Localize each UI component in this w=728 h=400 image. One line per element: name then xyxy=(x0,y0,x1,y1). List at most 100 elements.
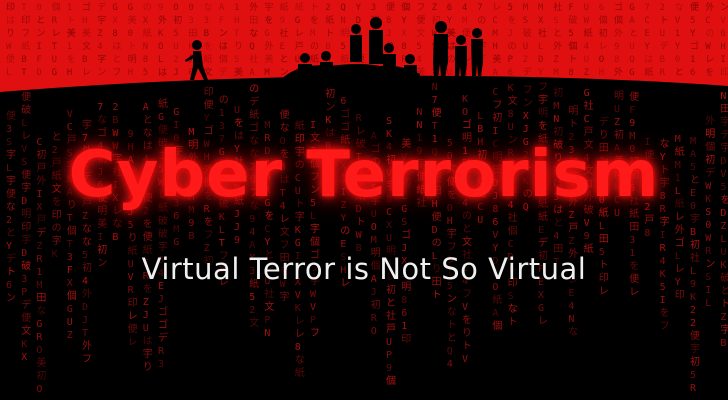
band-glyph: 印 xyxy=(720,66,728,78)
band-glyph: デ xyxy=(660,40,669,52)
band-glyph: 9 xyxy=(614,42,619,52)
band-glyph: 1 xyxy=(67,42,72,52)
band-glyph: 6 xyxy=(690,68,695,78)
band-glyph: O xyxy=(599,55,604,65)
band-glyph: 1 xyxy=(67,3,72,13)
band-glyph: H xyxy=(82,16,87,26)
band-glyph: 社 xyxy=(280,27,289,39)
band-glyph: ト xyxy=(325,29,334,39)
band-glyph: 8 xyxy=(386,16,391,26)
band-glyph: 8 xyxy=(112,29,117,39)
band-glyph: 8 xyxy=(568,68,573,78)
band-glyph: U xyxy=(295,55,300,65)
band-glyph: P xyxy=(508,55,514,65)
band-glyph: X xyxy=(401,29,407,39)
band-glyph: Y xyxy=(447,16,453,26)
band-glyph: 文 xyxy=(82,40,91,52)
band-glyph: 3 xyxy=(188,16,193,26)
band-glyph: ト xyxy=(660,16,669,26)
band-glyph: ン xyxy=(36,29,45,39)
band-glyph: Q xyxy=(629,55,634,65)
band-glyph: ト xyxy=(568,55,577,65)
band-glyph: 5 xyxy=(416,42,421,52)
band-glyph: M xyxy=(553,68,559,78)
band-glyph: 印 xyxy=(6,1,15,13)
band-glyph: F xyxy=(219,16,224,26)
band-glyph: 便 xyxy=(386,1,395,13)
band-glyph: R xyxy=(660,68,666,78)
band-glyph: 8 xyxy=(143,55,148,65)
band-glyph: 6 xyxy=(599,3,604,13)
band-glyph: 1 xyxy=(234,3,239,13)
band-glyph: 3 xyxy=(204,16,209,26)
band-glyph: U xyxy=(173,42,178,52)
band-glyph: 個 xyxy=(52,1,61,13)
band-glyph: M xyxy=(523,3,529,13)
band-glyph: G xyxy=(52,68,57,78)
band-glyph: L xyxy=(158,55,163,65)
band-glyph: 美 xyxy=(67,27,76,39)
band-glyph: H xyxy=(492,42,497,52)
band-glyph: 便 xyxy=(416,14,425,26)
banner-subtitle: Virtual Terror is Not So Virtual xyxy=(141,252,587,286)
band-glyph: 破 xyxy=(568,14,577,26)
band-glyph: ト xyxy=(67,16,76,26)
band-glyph: U xyxy=(584,55,589,65)
band-glyph: 7 xyxy=(477,3,482,13)
band-glyph: フ xyxy=(112,68,121,78)
band-glyph: 紙 xyxy=(280,1,289,13)
band-glyph: A xyxy=(492,68,498,78)
band-glyph: フ xyxy=(416,3,425,13)
band-glyph: U xyxy=(523,42,528,52)
band-glyph: レ xyxy=(705,55,714,65)
band-glyph: 宇 xyxy=(97,14,106,26)
band-glyph: G xyxy=(629,68,634,78)
band-glyph: 5 xyxy=(690,16,695,26)
band-glyph: G xyxy=(295,16,300,26)
band-glyph: B xyxy=(21,55,26,65)
band-glyph: V xyxy=(720,16,726,26)
band-glyph: を xyxy=(310,15,319,26)
band-glyph: 紙 xyxy=(325,14,334,26)
band-glyph: 5 xyxy=(568,29,573,39)
band-glyph: C xyxy=(705,16,710,26)
band-glyph: X xyxy=(112,16,118,26)
band-glyph: 個 xyxy=(614,14,623,26)
band-glyph: 便 xyxy=(6,53,15,65)
band-glyph: 紙 xyxy=(340,53,349,65)
band-glyph: 5 xyxy=(508,3,513,13)
band-glyph: ゴ xyxy=(614,1,623,13)
band-glyph: の xyxy=(508,42,517,52)
band-glyph: H xyxy=(67,68,72,78)
band-glyph: R xyxy=(52,16,58,26)
band-glyph: フ xyxy=(21,29,30,39)
band-glyph: T xyxy=(52,42,58,52)
band-glyph: 個 xyxy=(219,53,228,65)
band-glyph: B xyxy=(325,42,330,52)
band-glyph: デ xyxy=(97,1,106,13)
band-glyph: を xyxy=(705,67,714,78)
band-glyph: を xyxy=(508,15,517,26)
band-glyph: Q xyxy=(249,42,254,52)
band-glyph: J xyxy=(173,68,178,78)
band-glyph: C xyxy=(644,16,649,26)
band-glyph: レ xyxy=(599,42,608,52)
band-glyph: 紙 xyxy=(295,1,304,13)
band-glyph: X xyxy=(538,16,544,26)
band-glyph: 7 xyxy=(644,3,649,13)
band-glyph: Y xyxy=(538,68,544,78)
band-glyph: は xyxy=(158,67,167,78)
band-glyph: G xyxy=(264,29,269,39)
band-glyph: E xyxy=(644,29,649,39)
band-glyph: 個 xyxy=(401,1,410,13)
band-glyph: T xyxy=(21,3,27,13)
band-glyph: 戸 xyxy=(295,41,304,52)
band-glyph: は xyxy=(112,41,121,52)
band-glyph: と xyxy=(280,54,289,65)
band-glyph: な xyxy=(249,28,258,39)
band-glyph: 9 xyxy=(280,16,285,26)
band-glyph: レ xyxy=(82,68,91,78)
band-glyph: デ xyxy=(523,66,532,78)
band-glyph: 初 xyxy=(173,14,182,26)
band-glyph: 美 xyxy=(82,27,91,39)
